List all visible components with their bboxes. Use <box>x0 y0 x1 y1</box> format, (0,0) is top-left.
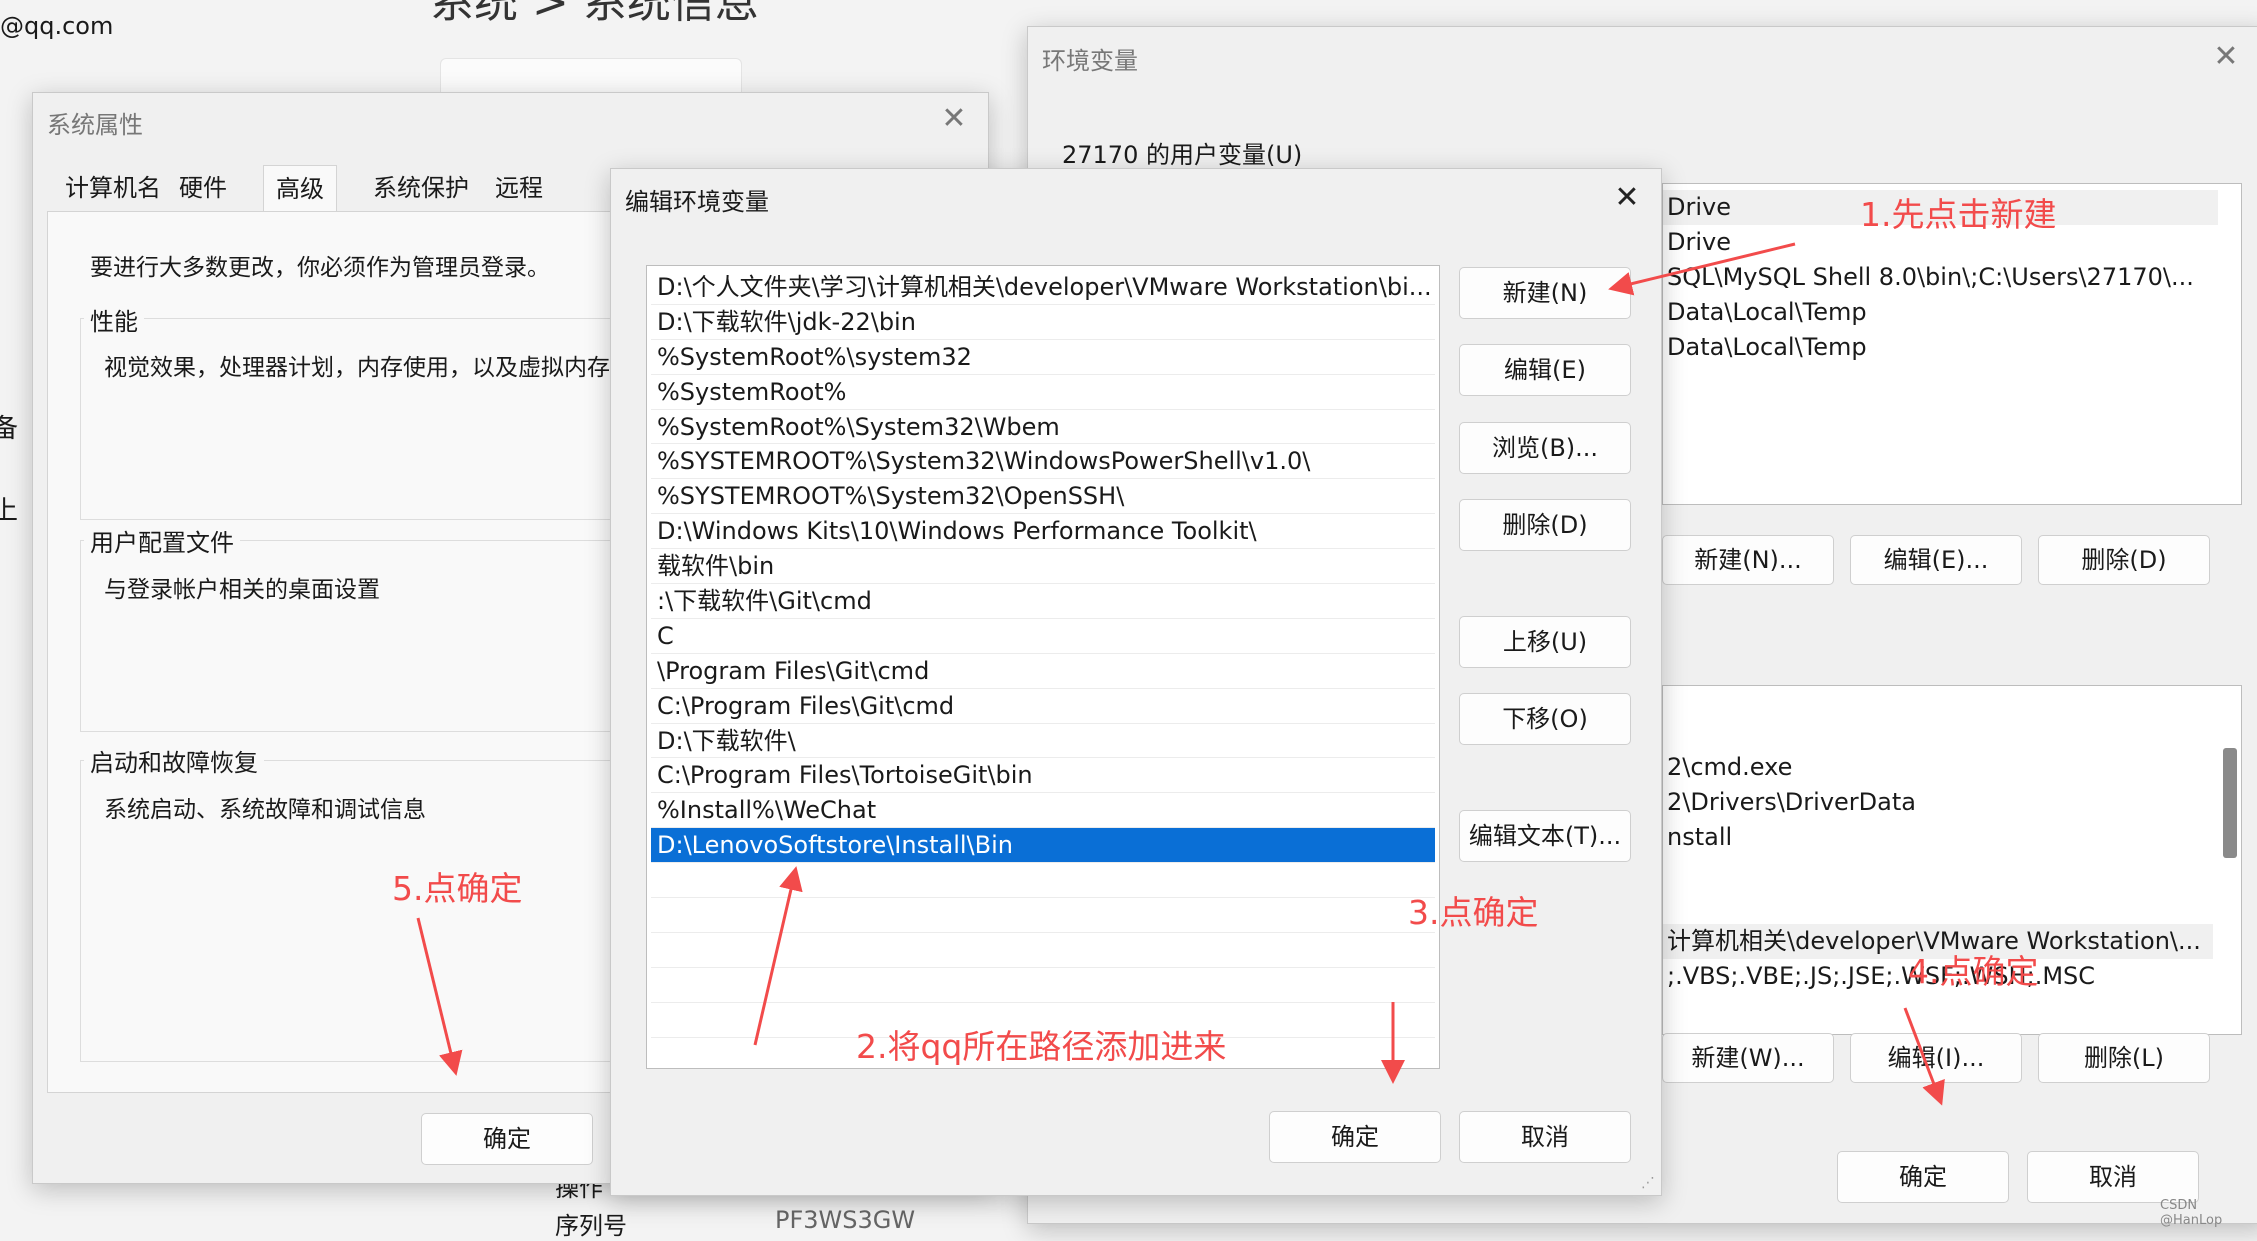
watermark: CSDN @HanLop <box>2160 1198 2223 1228</box>
arrow-to-new-button <box>1608 242 1796 296</box>
annotation-arrows <box>416 242 1945 1106</box>
arrow-to-env-ok <box>1903 1007 1945 1106</box>
arrow-to-sysprops-ok <box>416 917 463 1076</box>
arrow-to-new-path <box>753 866 803 1046</box>
